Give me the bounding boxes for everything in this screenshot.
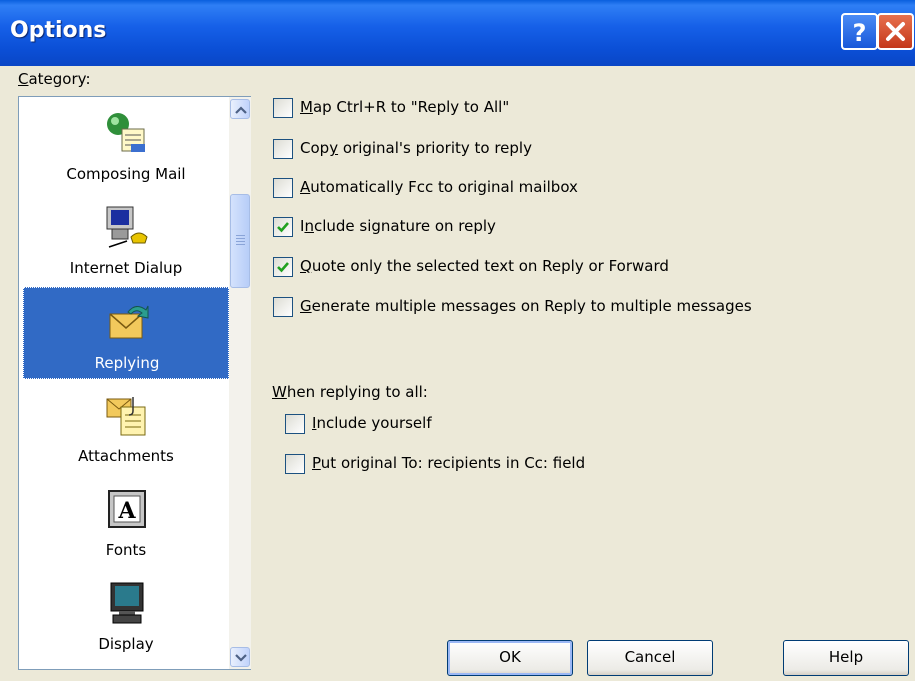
category-label-replying: Replying bbox=[94, 354, 160, 372]
title-bar[interactable]: Options ? bbox=[0, 0, 915, 66]
close-button[interactable] bbox=[877, 13, 914, 50]
attachments-icon bbox=[106, 397, 146, 436]
checkbox[interactable] bbox=[273, 98, 293, 118]
scroll-up-button[interactable] bbox=[230, 99, 250, 119]
option-label: Map Ctrl+R to "Reply to All" bbox=[300, 98, 510, 116]
option-label: Quote only the selected text on Reply or… bbox=[300, 257, 669, 275]
chevron-down-icon bbox=[235, 654, 247, 662]
category-label-attachments: Attachments bbox=[78, 447, 174, 465]
svg-text:A: A bbox=[117, 498, 136, 524]
category-label-display: Display bbox=[98, 635, 154, 653]
scroll-thumb[interactable] bbox=[230, 194, 250, 288]
option-label: Copy original's priority to reply bbox=[300, 139, 532, 157]
category-label-fonts: Fonts bbox=[105, 541, 147, 559]
category-label: Category: bbox=[18, 70, 91, 88]
chevron-up-icon bbox=[235, 106, 247, 114]
category-label-composing-mail: Composing Mail bbox=[66, 165, 186, 183]
category-label-internet-dialup: Internet Dialup bbox=[69, 259, 183, 277]
category-item-composing-mail[interactable]: Composing Mail bbox=[23, 99, 229, 191]
checkbox[interactable] bbox=[273, 139, 293, 159]
option-label: Generate multiple messages on Reply to m… bbox=[300, 297, 752, 315]
question-mark-icon: ? bbox=[853, 19, 867, 47]
category-list[interactable]: Composing Mail Internet Dialup Replying bbox=[18, 96, 251, 670]
category-item-fonts[interactable]: A Fonts bbox=[23, 475, 229, 567]
category-item-internet-dialup[interactable]: Internet Dialup bbox=[23, 193, 229, 285]
window-title: Options bbox=[10, 18, 107, 43]
option-label: Automatically Fcc to original mailbox bbox=[300, 178, 578, 196]
category-item-replying[interactable]: Replying bbox=[23, 287, 229, 379]
checkbox-checked[interactable] bbox=[273, 257, 293, 277]
checkbox[interactable] bbox=[273, 297, 293, 317]
reply-all-group-label: When replying to all: bbox=[272, 383, 428, 401]
category-item-attachments[interactable]: Attachments bbox=[23, 381, 229, 473]
checkbox-checked[interactable] bbox=[273, 217, 293, 237]
close-icon bbox=[886, 22, 905, 41]
category-item-display[interactable]: Display bbox=[23, 569, 229, 661]
scroll-down-button[interactable] bbox=[230, 647, 250, 667]
checkbox[interactable] bbox=[285, 454, 305, 474]
checkbox[interactable] bbox=[285, 414, 305, 434]
title-help-button[interactable]: ? bbox=[841, 13, 878, 50]
composing-mail-icon bbox=[107, 113, 145, 152]
internet-dialup-icon bbox=[106, 206, 148, 248]
checkmark-icon bbox=[277, 222, 289, 233]
cancel-button[interactable]: Cancel bbox=[587, 640, 713, 676]
checkbox[interactable] bbox=[273, 178, 293, 198]
category-scrollbar[interactable] bbox=[229, 97, 251, 669]
checkmark-icon bbox=[277, 262, 289, 273]
option-label: Include signature on reply bbox=[300, 217, 496, 235]
option-label: Include yourself bbox=[312, 414, 432, 432]
help-button[interactable]: Help bbox=[783, 640, 909, 676]
display-icon bbox=[110, 582, 144, 624]
ok-button[interactable]: OK bbox=[447, 640, 573, 676]
options-dialog: Options ? Category: Composing Mail Inter… bbox=[0, 0, 915, 681]
replying-icon bbox=[109, 305, 149, 339]
option-label: Put original To: recipients in Cc: field bbox=[312, 454, 586, 472]
fonts-icon: A bbox=[108, 490, 146, 528]
svg-text:?: ? bbox=[853, 19, 867, 47]
